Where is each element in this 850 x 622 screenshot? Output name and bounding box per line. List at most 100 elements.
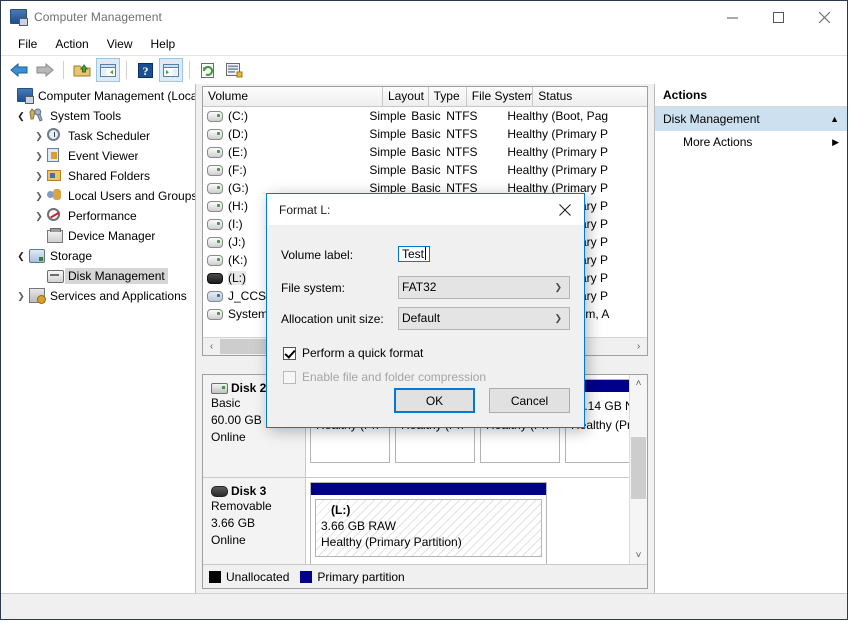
maximize-button[interactable] [755,1,801,33]
window-title: Computer Management [34,10,162,24]
sidebar-item-disk-management[interactable]: Disk Management [1,266,195,286]
volume-label-value: Test [402,247,425,261]
sidebar-label: Services and Applications [50,289,187,303]
table-row[interactable]: (D:) Simple Basic NTFS Healthy (Primary … [203,125,647,143]
toolbar: ? [1,55,847,85]
chevron-down-icon[interactable]: ❮ [13,251,29,262]
chevron-right-icon[interactable]: ❯ [31,131,47,142]
sidebar-label: System Tools [50,109,122,123]
actions-item-label: More Actions [683,135,753,149]
scroll-up-icon[interactable]: ˄ [630,375,647,392]
volume-name: (H:) [228,199,248,213]
disk-management-icon [47,268,64,284]
ok-button[interactable]: OK [394,388,475,413]
status-bar [1,593,847,619]
quick-format-checkbox[interactable] [283,346,296,360]
show-hide-console-tree-icon[interactable] [96,58,120,82]
table-row[interactable]: (E:) Simple Basic NTFS Healthy (Primary … [203,143,647,161]
chevron-right-icon[interactable]: ❯ [31,191,47,202]
column-header-file-system[interactable]: File System [466,87,534,106]
partition-size: 3.66 GB RAW [321,519,396,533]
back-icon[interactable] [7,58,31,82]
sidebar-item-performance[interactable]: ❯ Performance [1,206,195,226]
chevron-up-icon[interactable]: ▲ [830,114,839,124]
chevron-right-icon[interactable]: ❯ [31,211,47,222]
enable-compression-label: Enable file and folder compression [302,370,487,384]
volume-name: (L:) [228,271,246,285]
chevron-right-icon[interactable]: ❯ [31,171,47,182]
tree-root[interactable]: Computer Management (Local [1,86,195,106]
column-header-volume[interactable]: Volume [203,87,383,106]
disk-view-vertical-scrollbar[interactable]: ˄ ˅ [629,375,647,564]
dialog-buttons: OK Cancel [394,388,570,413]
disk-info[interactable]: Disk 3 Removable 3.66 GB Online [203,478,306,564]
sidebar-item-local-users-and-groups[interactable]: ❯ Local Users and Groups [1,186,195,206]
volume-name: (F:) [228,163,247,177]
show-hide-action-pane-icon[interactable] [159,58,183,82]
chevron-right-icon[interactable]: ❯ [13,291,29,302]
up-folder-icon[interactable] [70,58,94,82]
menu-file[interactable]: File [9,35,46,53]
menu-view[interactable]: View [98,35,142,53]
column-header-layout[interactable]: Layout [382,87,429,106]
allocation-unit-select[interactable]: Default ❯ [398,307,570,330]
volume-layout: Simple [369,163,407,177]
sidebar-item-device-manager[interactable]: Device Manager [1,226,195,246]
cancel-button[interactable]: Cancel [489,388,570,413]
quick-format-row[interactable]: Perform a quick format [283,342,570,364]
partition[interactable]: (L:) 3.66 GB RAW Healthy (Primary Partit… [310,482,547,564]
chevron-down-icon[interactable]: ❯ [554,277,566,298]
allocation-unit-row: Allocation unit size: Default ❯ [281,305,570,332]
chevron-down-icon[interactable]: ❯ [554,308,566,329]
scroll-right-icon[interactable]: › [630,338,647,355]
users-icon [47,188,63,204]
menu-help[interactable]: Help [142,35,185,53]
file-system-label: File system: [281,280,346,295]
minimize-button[interactable] [709,1,755,33]
sidebar-label: Performance [68,209,137,223]
column-header-type[interactable]: Type [428,87,467,106]
scroll-down-icon[interactable]: ˅ [630,547,647,564]
file-system-select[interactable]: FAT32 ❯ [398,276,570,299]
forward-icon[interactable] [33,58,57,82]
title-bar: Computer Management [1,1,847,33]
sidebar-item-storage[interactable]: ❮ Storage [1,246,195,266]
sidebar-item-system-tools[interactable]: ❮ System Tools [1,106,195,126]
sidebar-item-services-and-applications[interactable]: ❯ Services and Applications [1,286,195,306]
sidebar-item-shared-folders[interactable]: ❯ Shared Folders [1,166,195,186]
legend-label-primary-partition: Primary partition [317,569,405,584]
help-icon[interactable]: ? [133,58,157,82]
table-row[interactable]: (C:) Simple Basic NTFS Healthy (Boot, Pa… [203,107,647,125]
table-row[interactable]: (F:) Simple Basic NTFS Healthy (Primary … [203,161,647,179]
chevron-right-icon[interactable]: ▶ [832,137,839,148]
dialog-close-icon[interactable] [546,194,584,225]
scroll-thumb[interactable] [631,437,646,499]
allocation-unit-label: Allocation unit size: [281,311,384,326]
sidebar-item-event-viewer[interactable]: ❯ Event Viewer [1,146,195,166]
sidebar-label: Disk Management [65,268,168,284]
drive-icon [207,200,223,212]
column-header-status[interactable]: Status [533,87,647,106]
sidebar-label: Shared Folders [68,169,151,183]
drive-icon [207,218,223,230]
volume-label-input[interactable]: Test [398,246,431,262]
disk-type: Removable [211,499,272,513]
volume-filesystem: NTFS [446,163,478,177]
actions-section-disk-management[interactable]: Disk Management ▲ [655,107,847,131]
actions-item-more-actions[interactable]: More Actions ▶ [655,131,847,153]
volume-filesystem: NTFS [446,109,478,123]
disk-legend: Unallocated Primary partition [203,564,647,588]
volume-name: (I:) [228,217,243,231]
chevron-right-icon[interactable]: ❯ [31,151,47,162]
volume-layout: Simple [369,127,407,141]
sidebar-item-task-scheduler[interactable]: ❯ Task Scheduler [1,126,195,146]
refresh-icon[interactable] [196,58,220,82]
menu-action[interactable]: Action [46,35,97,53]
window-controls [709,1,847,33]
chevron-down-icon[interactable]: ❮ [13,111,29,122]
properties-icon[interactable] [222,58,246,82]
disk-row[interactable]: Disk 3 Removable 3.66 GB Online (L:) 3.6… [203,478,630,564]
scroll-left-icon[interactable]: ‹ [203,338,220,355]
close-button[interactable] [801,1,847,33]
legend-swatch-unallocated [209,570,221,583]
